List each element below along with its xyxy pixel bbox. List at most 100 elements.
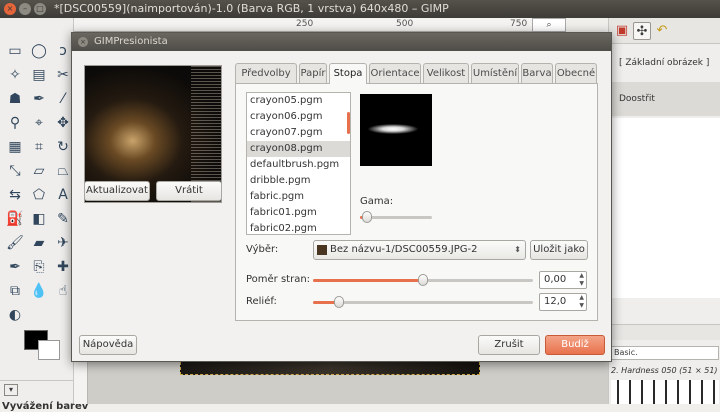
- tab-barva[interactable]: Barva: [521, 63, 553, 83]
- layer-item[interactable]: Doostřit: [609, 82, 720, 116]
- gamma-slider-knob[interactable]: [362, 211, 372, 223]
- selection-combo[interactable]: Bez názvu-1/DSC00559.JPG-2 ⬍: [313, 240, 526, 260]
- crop-icon[interactable]: ⌗: [30, 138, 48, 156]
- undo-tab-icon[interactable]: ↶: [653, 22, 671, 40]
- background-color-swatch[interactable]: [38, 340, 60, 360]
- spin-arrows-icon[interactable]: ▲ ▼: [579, 272, 584, 288]
- window-maximize-button[interactable]: □: [34, 3, 46, 15]
- brush-file-item[interactable]: crayon07.pgm: [247, 125, 350, 141]
- tab-předvolby[interactable]: Předvolby: [235, 63, 297, 83]
- fuzzy-select-icon[interactable]: ✧: [6, 66, 24, 84]
- rect-select-icon[interactable]: ▭: [6, 42, 24, 60]
- ruler-tick-label: 250: [296, 19, 314, 29]
- brush-file-item[interactable]: crayon06.pgm: [247, 109, 350, 125]
- toolbox-divider: [0, 380, 74, 381]
- ok-button[interactable]: Budiž: [545, 335, 605, 355]
- tab-obecné[interactable]: Obecné: [555, 63, 597, 83]
- brush-file-item[interactable]: crayon08.pgm: [247, 141, 350, 157]
- paths-icon[interactable]: ✒: [30, 90, 48, 108]
- brush-file-item[interactable]: dribble.pgm: [247, 173, 350, 189]
- tab-velikost[interactable]: Velikost: [423, 63, 469, 83]
- bucket-fill-icon[interactable]: ⛽: [6, 210, 24, 228]
- dialog-title: GIMPresionista: [94, 36, 168, 47]
- layer-item[interactable]: [ Základní obrázek ]: [609, 56, 720, 70]
- heal-icon[interactable]: ✚: [54, 258, 72, 276]
- cage-icon[interactable]: ⬠: [30, 186, 48, 204]
- scale-icon[interactable]: ⤡: [6, 162, 24, 180]
- perspective-clone-icon[interactable]: ⧉: [6, 282, 24, 300]
- brush-file-list[interactable]: crayon05.pgm crayon06.pgm crayon07.pgm cray…: [246, 92, 351, 235]
- foreground-select-icon[interactable]: ☗: [6, 90, 24, 108]
- window-title: *[DSC00559](naimportován)-1.0 (Barva RGB…: [54, 2, 449, 15]
- blur-icon[interactable]: 💧: [30, 282, 48, 300]
- pencil-icon[interactable]: ✎: [54, 210, 72, 228]
- brush-file-item[interactable]: fabric02.pgm: [247, 221, 350, 234]
- color-picker-icon[interactable]: ⁄: [54, 90, 72, 108]
- tab-orientace[interactable]: Orientace: [369, 63, 421, 83]
- brush-grid[interactable]: [611, 380, 719, 404]
- aspect-ratio-slider-knob[interactable]: [418, 274, 428, 286]
- selection-thumbnail-icon: [317, 245, 327, 255]
- tab-stopa[interactable]: Stopa: [329, 63, 367, 84]
- tab-umístění[interactable]: Umístění: [471, 63, 519, 83]
- gamma-label: Gama:: [360, 196, 394, 207]
- update-preview-button[interactable]: Aktualizovat: [84, 181, 150, 201]
- window-close-button[interactable]: ×: [4, 3, 16, 15]
- channels-tab-icon[interactable]: ✣: [633, 22, 651, 40]
- brush-file-item[interactable]: crayon05.pgm: [247, 93, 350, 109]
- relief-slider[interactable]: [313, 296, 533, 308]
- right-dock: ▣ ✣ ↶ [ Základní obrázek ] Doostřit Basi…: [608, 18, 720, 404]
- save-as-button[interactable]: Uložit jako: [530, 240, 588, 260]
- rotate-icon[interactable]: ↻: [54, 138, 72, 156]
- perspective-icon[interactable]: ⏢: [54, 162, 72, 180]
- brush-file-item[interactable]: fabric.pgm: [247, 189, 350, 205]
- dialog-close-button[interactable]: ×: [78, 37, 88, 47]
- dodge-burn-icon[interactable]: ◐: [6, 306, 24, 324]
- navigate-icon[interactable]: ⌕: [532, 18, 566, 32]
- selection-label: Výběr:: [246, 244, 279, 255]
- help-button[interactable]: Nápověda: [79, 335, 137, 355]
- clone-icon[interactable]: ⎘: [30, 258, 48, 276]
- flip-icon[interactable]: ⇆: [6, 186, 24, 204]
- revert-button[interactable]: Vrátit: [156, 181, 222, 201]
- brush-file-item[interactable]: fabric01.pgm: [247, 205, 350, 221]
- measure-icon[interactable]: ⌖: [30, 114, 48, 132]
- spin-arrows-icon[interactable]: ▲ ▼: [579, 294, 584, 310]
- blend-icon[interactable]: ◧: [30, 210, 48, 228]
- ink-icon[interactable]: ✒: [6, 258, 24, 276]
- toolbox: ▭ ◯ ↄ ✧ ▤ ✂ ☗ ✒ ⁄ ⚲ ⌖ ✥ ▦ ⌗ ↻ ⤡ ▱ ⏢ ⇆ ⬠ A ⛽ ◧ ✎ 🖌 ▰ ✈ ✒ ⎘ ✚ ⧉ 💧 ☝ ◐ ▾ Vyv…: [0, 18, 88, 412]
- gamma-slider[interactable]: [360, 211, 432, 223]
- ellipse-select-icon[interactable]: ◯: [30, 42, 48, 60]
- tool-options-menu-icon[interactable]: ▾: [4, 384, 18, 396]
- shear-icon[interactable]: ▱: [30, 162, 48, 180]
- horizontal-ruler[interactable]: 250 500 750: [74, 18, 564, 32]
- layers-list-area[interactable]: [609, 118, 720, 298]
- lasso-icon[interactable]: ↄ: [54, 42, 72, 60]
- aspect-ratio-spin[interactable]: 0,00 ▲ ▼: [539, 271, 587, 289]
- aspect-ratio-slider-fill: [313, 279, 423, 282]
- brush-file-item[interactable]: defaultbrush.pgm: [247, 157, 350, 173]
- paintbrush-icon[interactable]: 🖌: [6, 234, 24, 252]
- text-icon[interactable]: A: [54, 186, 72, 204]
- relief-slider-knob[interactable]: [334, 296, 344, 308]
- smudge-icon[interactable]: ☝: [54, 282, 72, 300]
- gimpressionist-dialog: × GIMPresionista Aktualizovat Vrátit Pře…: [71, 32, 612, 362]
- aspect-ratio-slider[interactable]: [313, 274, 533, 286]
- scissors-icon[interactable]: ✂: [54, 66, 72, 84]
- eraser-icon[interactable]: ▰: [30, 234, 48, 252]
- window-minimize-button[interactable]: –: [19, 3, 31, 15]
- brush-category-select[interactable]: Basic.: [611, 346, 719, 360]
- airbrush-icon[interactable]: ✈: [54, 234, 72, 252]
- cancel-button[interactable]: Zrušit: [478, 335, 540, 355]
- color-select-icon[interactable]: ▤: [30, 66, 48, 84]
- zoom-icon[interactable]: ⚲: [6, 114, 24, 132]
- tab-papír[interactable]: Papír: [299, 63, 327, 83]
- move-icon[interactable]: ✥: [54, 114, 72, 132]
- ruler-tick-label: 500: [396, 19, 414, 29]
- relief-spin[interactable]: 12,0 ▲ ▼: [539, 293, 587, 311]
- brush-name-label: 2. Hardness 050 (51 × 51): [611, 366, 718, 375]
- layers-tab-icon[interactable]: ▣: [613, 22, 631, 40]
- align-icon[interactable]: ▦: [6, 138, 24, 156]
- brush-preview-stroke: [368, 124, 418, 134]
- file-list-scrollbar[interactable]: [347, 112, 350, 134]
